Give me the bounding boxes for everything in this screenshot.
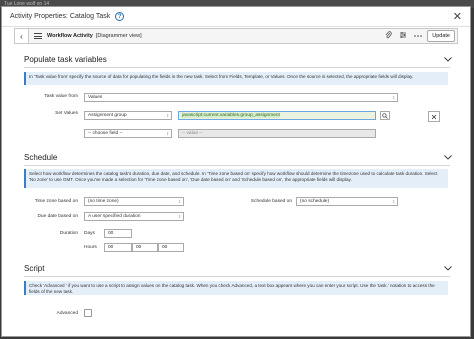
schedule-info: Select how workflow determines the catal… (24, 169, 448, 188)
schedule-label: Schedule based on (250, 199, 292, 204)
time-zone-select[interactable]: (no time zone) (84, 197, 184, 206)
paperclip-icon[interactable] (385, 31, 392, 41)
populate-info: In 'Task value from' specify the source … (24, 72, 448, 85)
advanced-checkbox[interactable] (84, 309, 92, 317)
chevron-down-icon[interactable] (444, 264, 452, 273)
sliders-icon[interactable] (399, 31, 407, 41)
days-input[interactable]: 00 (104, 229, 132, 238)
value-input-text: javascript:current.variables.group_assig… (182, 113, 280, 118)
dialog-title: Activity Properties: Catalog Task (10, 13, 111, 20)
divider (24, 276, 450, 277)
schedule-select[interactable]: (no schedule) (296, 197, 398, 206)
choose-field-select[interactable]: -- choose field -- (84, 129, 172, 138)
divider (24, 67, 450, 68)
due-date-label: Due date based on (37, 214, 78, 219)
seconds-input[interactable]: 00 (158, 243, 184, 252)
close-icon[interactable]: ✕ (453, 10, 462, 23)
duration-label: Duration (59, 231, 78, 236)
time-zone-label: Time zone based on (34, 199, 78, 204)
remove-row-icon[interactable] (428, 111, 440, 122)
days-label: Days (84, 231, 95, 236)
dialog-titlebar: Activity Properties: Catalog Task ? ✕ (2, 7, 470, 27)
workflow-toolbar: ‹ Workflow Activity [Diagrammer view] Up… (14, 28, 458, 44)
search-icon[interactable] (380, 111, 390, 120)
more-icon[interactable] (414, 33, 423, 40)
schedule-section-title: Schedule (24, 153, 58, 162)
populate-section-title: Populate task variables (24, 55, 107, 64)
chevron-down-icon[interactable] (444, 153, 452, 162)
menu-icon[interactable] (34, 33, 42, 39)
field-select[interactable]: Assignment group (84, 111, 172, 120)
value-readonly-field: -- value -- (178, 129, 376, 138)
set-values-label: Set Values (55, 111, 78, 116)
advanced-label: Advanced (56, 311, 78, 316)
toolbar-label: Workflow Activity (47, 33, 93, 39)
hours-label: Hours (84, 245, 97, 250)
script-info: Check 'Advanced ' if you want to use a s… (24, 281, 448, 295)
chevron-down-icon[interactable] (444, 55, 452, 64)
task-value-select[interactable]: Values (84, 93, 398, 102)
due-date-select[interactable]: A user specified duration (84, 212, 184, 221)
minutes-input[interactable]: 00 (132, 243, 158, 252)
help-icon[interactable]: ? (115, 12, 125, 21)
back-button[interactable]: ‹ (15, 29, 29, 43)
hours-input[interactable]: 00 (104, 243, 132, 252)
update-button[interactable]: Update (427, 30, 455, 42)
divider (24, 165, 450, 166)
value-input[interactable]: javascript:current.variables.group_assig… (178, 111, 376, 120)
task-value-label: Task value from (44, 94, 78, 99)
script-section-title: Script (24, 264, 45, 273)
toolbar-sub: [Diagrammer view] (95, 33, 142, 39)
